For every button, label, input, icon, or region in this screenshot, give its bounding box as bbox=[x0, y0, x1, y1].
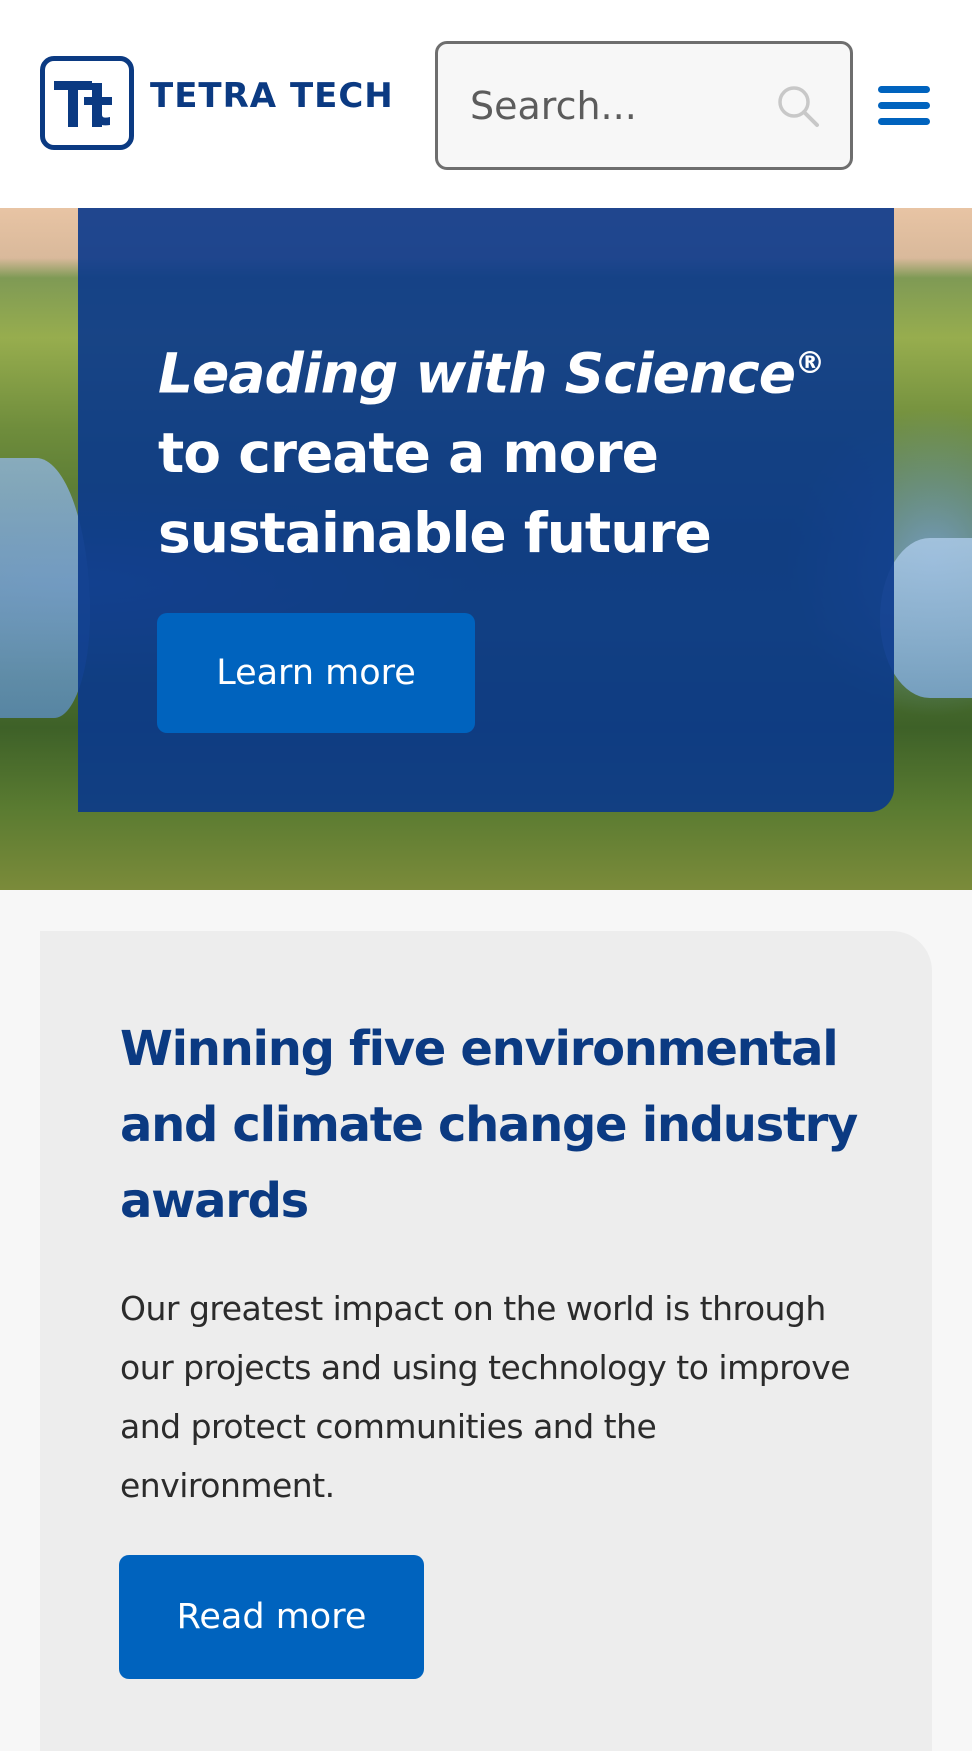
hero-title-rest: to create a more sustainable future bbox=[158, 421, 712, 566]
search-box[interactable] bbox=[435, 41, 853, 170]
awards-title: Winning five environmental and climate c… bbox=[120, 1021, 858, 1229]
site-header: TETRA TECH bbox=[0, 0, 972, 208]
hamburger-menu-icon[interactable] bbox=[878, 86, 930, 126]
awards-description: Our greatest impact on the world is thro… bbox=[120, 1289, 851, 1505]
logo-mark-icon bbox=[40, 56, 134, 150]
hero-background-image bbox=[0, 458, 90, 718]
learn-more-button[interactable]: Learn more bbox=[157, 613, 475, 733]
registered-mark: ® bbox=[795, 346, 825, 381]
search-input[interactable] bbox=[468, 44, 768, 167]
search-icon[interactable] bbox=[776, 84, 820, 128]
awards-card: Winning five environmental and climate c… bbox=[40, 931, 932, 1751]
tetra-tech-logo[interactable]: TETRA TECH bbox=[40, 56, 394, 150]
read-more-button[interactable]: Read more bbox=[119, 1555, 424, 1679]
hero-title-italic: Leading with Science bbox=[158, 341, 796, 406]
hero-card: Leading with Science® to create a more s… bbox=[78, 208, 894, 812]
hero-title: Leading with Science® to create a more s… bbox=[158, 324, 838, 573]
hero-banner: Leading with Science® to create a more s… bbox=[0, 208, 972, 890]
logo-text: TETRA TECH bbox=[150, 76, 394, 116]
